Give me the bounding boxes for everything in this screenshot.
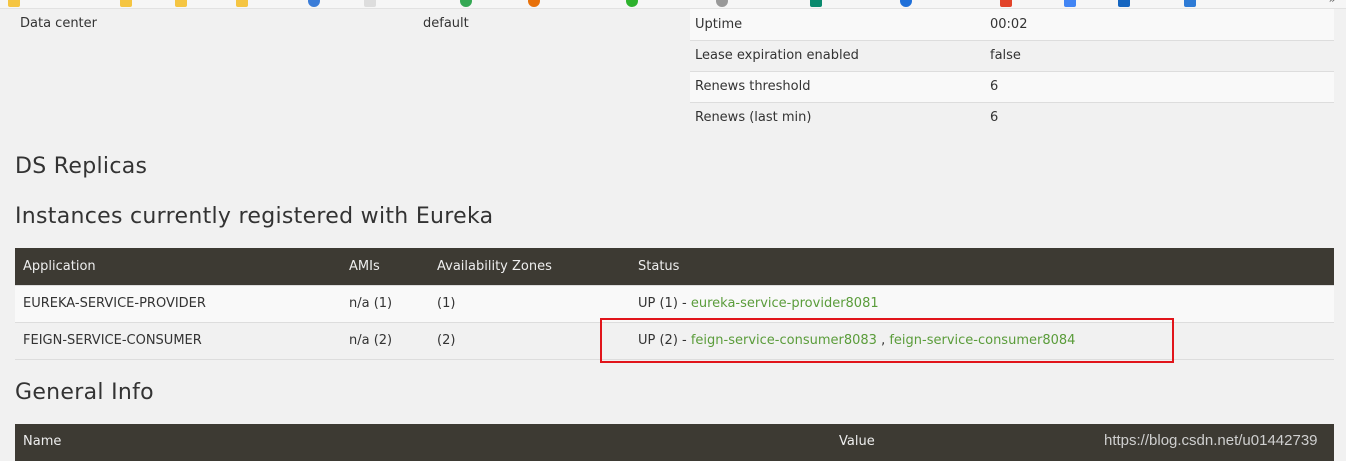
table-row: FEIGN-SERVICE-CONSUMER n/a (2) (2) UP (2… — [15, 321, 1334, 360]
bookmark-bing-icon[interactable] — [810, 0, 825, 7]
bookmark-globe-icon[interactable] — [308, 0, 323, 7]
table-row: EUREKA-SERVICE-PROVIDER n/a (1) (1) UP (… — [15, 284, 1334, 322]
bookmark-wiki-icon[interactable] — [1064, 0, 1079, 7]
bookmark-folder-icon[interactable] — [8, 0, 23, 7]
ds-replicas-heading: DS Replicas — [15, 154, 148, 179]
table-row: Uptime 00:02 — [690, 9, 1334, 40]
zones-cell: (1) — [429, 284, 630, 322]
column-header-status[interactable]: Status — [630, 248, 1334, 285]
info-key: Uptime — [690, 9, 985, 40]
info-value: 6 — [985, 70, 1334, 102]
table-row: Renews (last min) 6 — [690, 101, 1334, 133]
general-info-heading: General Info — [15, 380, 154, 405]
info-key: Renews threshold — [690, 70, 985, 102]
status-cell: UP (2) - feign-service-consumer8083 , fe… — [630, 321, 1334, 360]
instance-link[interactable]: feign-service-consumer8083 — [691, 333, 877, 348]
amis-cell: n/a (2) — [341, 321, 429, 360]
info-value: false — [985, 39, 1334, 71]
column-header-name[interactable]: Name — [23, 434, 61, 449]
info-key: Lease expiration enabled — [690, 39, 985, 71]
data-center-value: default — [423, 16, 469, 31]
info-value: 00:02 — [985, 9, 1334, 40]
column-header-value[interactable]: Value — [839, 434, 875, 449]
instances-table: Application AMIs Availability Zones Stat… — [15, 248, 1334, 360]
status-cell: UP (1) - eureka-service-provider8081 — [630, 284, 1334, 322]
zones-cell: (2) — [429, 321, 630, 360]
watermark-text: https://blog.csdn.net/u01442739 — [1104, 432, 1318, 449]
info-key: Renews (last min) — [690, 101, 985, 133]
bookmark-folder-icon[interactable] — [175, 0, 190, 7]
status-prefix: UP (2) - — [638, 333, 691, 348]
instances-heading: Instances currently registered with Eure… — [15, 204, 494, 229]
column-header-amis[interactable]: AMIs — [341, 248, 429, 285]
bookmark-gitlab-icon[interactable] — [1000, 0, 1015, 7]
bookmark-circle-icon[interactable] — [716, 0, 731, 7]
column-header-availability-zones[interactable]: Availability Zones — [429, 248, 630, 285]
table-row: Lease expiration enabled false — [690, 39, 1334, 71]
bookmarks-overflow-icon[interactable]: » — [1329, 0, 1336, 6]
link-separator: , — [876, 333, 890, 348]
bookmarks-bar: » — [0, 0, 1346, 9]
application-name: FEIGN-SERVICE-CONSUMER — [15, 321, 341, 360]
bookmark-circle-icon[interactable] — [528, 0, 543, 7]
bookmark-oa-icon[interactable] — [1118, 0, 1133, 7]
bookmark-chat-icon[interactable] — [626, 0, 641, 7]
status-info-table: Uptime 00:02 Lease expiration enabled fa… — [690, 9, 1334, 133]
bookmark-folder-icon[interactable] — [236, 0, 251, 7]
application-name: EUREKA-SERVICE-PROVIDER — [15, 284, 341, 322]
bookmark-google-icon[interactable] — [460, 0, 475, 7]
bookmark-circle-icon[interactable] — [900, 0, 915, 7]
table-row: Renews threshold 6 — [690, 70, 1334, 102]
instance-link[interactable]: feign-service-consumer8084 — [889, 333, 1075, 348]
data-center-label: Data center — [20, 16, 97, 31]
table-header-row: Application AMIs Availability Zones Stat… — [15, 248, 1334, 285]
info-value: 6 — [985, 101, 1334, 133]
bookmark-folder-icon[interactable] — [120, 0, 135, 7]
column-header-application[interactable]: Application — [15, 248, 341, 285]
amis-cell: n/a (1) — [341, 284, 429, 322]
instance-link[interactable]: eureka-service-provider8081 — [691, 296, 879, 311]
bookmark-page-icon[interactable] — [364, 0, 379, 7]
bookmark-note-icon[interactable] — [1184, 0, 1199, 7]
status-prefix: UP (1) - — [638, 296, 691, 311]
data-center-info: Data center default — [20, 16, 469, 31]
